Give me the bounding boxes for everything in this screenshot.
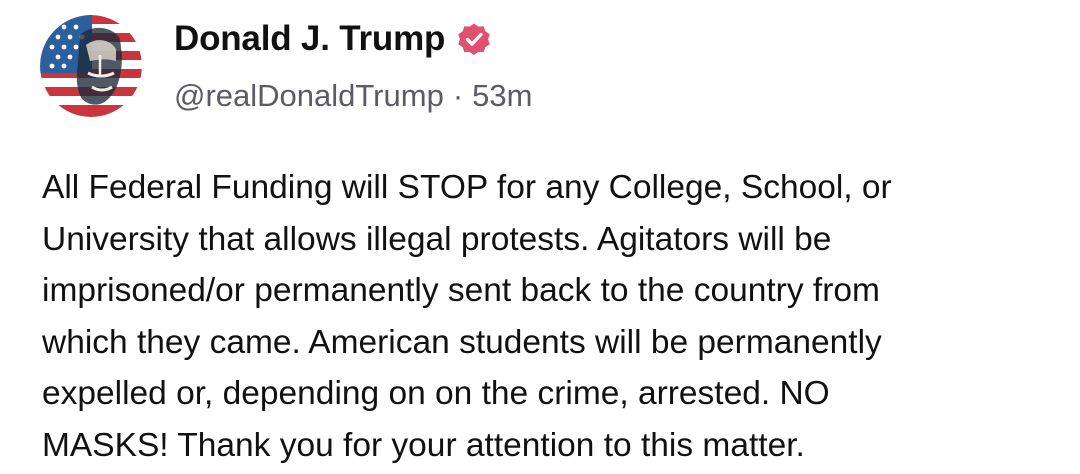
flag-portrait-avatar-icon [40,15,142,117]
post-body-line: which they came. American students will … [42,323,882,361]
author-display-name[interactable]: Donald J. Trump [174,19,445,59]
post-body: All Federal Funding will STOP for any Co… [42,162,1052,471]
author-name-row: Donald J. Trump [174,14,493,64]
post-body-line: All Federal Funding will STOP for any Co… [42,169,892,206]
post-timestamp[interactable]: 53m [472,78,532,114]
meta-separator: · [452,78,464,113]
post-card: Donald J. Trump @realDonaldTrump · 53m A… [0,0,1080,474]
author-handle[interactable]: @realDonaldTrump [174,78,444,114]
post-body-line: MASKS! Thank you for your attention to t… [42,426,805,464]
post-body-line: imprisoned/or permanently sent back to t… [42,272,880,309]
post-body-line: expelled or, depending on on the crime, … [42,375,830,412]
post-body-line: University that allows illegal protests.… [42,220,832,258]
avatar[interactable] [40,15,142,117]
author-meta-row: @realDonaldTrump · 53m [174,74,532,118]
verified-badge-icon [455,20,493,58]
